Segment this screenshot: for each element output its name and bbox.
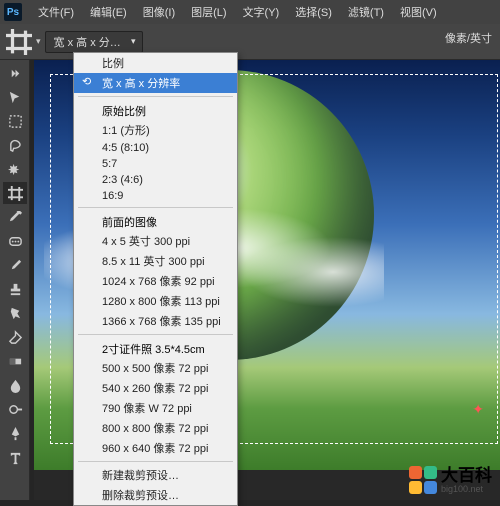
preset-prev-1[interactable]: 8.5 x 11 英寸 300 ppi <box>74 251 237 271</box>
preset-prev-3[interactable]: 1280 x 800 像素 113 ppi <box>74 291 237 311</box>
crop-tool-icon[interactable] <box>6 29 32 55</box>
preset-prev-4[interactable]: 1366 x 768 像素 135 ppi <box>74 311 237 331</box>
preset-prev-0[interactable]: 4 x 5 英寸 300 ppi <box>74 231 237 251</box>
crop-preset-dropdown[interactable]: 宽 x 高 x 分… <box>45 31 143 53</box>
menu-layer[interactable]: 图层(L) <box>183 4 234 20</box>
eraser-tool-icon[interactable] <box>3 326 27 348</box>
healing-tool-icon[interactable] <box>3 230 27 252</box>
menu-select[interactable]: 选择(S) <box>287 4 340 20</box>
menu-text[interactable]: 文字(Y) <box>235 4 288 20</box>
menu-separator <box>78 461 233 462</box>
preset-original-2[interactable]: 5:7 <box>74 156 237 172</box>
tools-panel <box>0 60 30 500</box>
preset-ratio[interactable]: 比例 <box>74 53 237 73</box>
preset-original-1[interactable]: 4:5 (8:10) <box>74 140 237 156</box>
menu-view[interactable]: 视图(V) <box>392 4 445 20</box>
preset-cert-3[interactable]: 800 x 800 像素 72 ppi <box>74 418 237 438</box>
dropdown-caret-icon: ▾ <box>36 36 41 47</box>
preset-wxh-res[interactable]: 宽 x 高 x 分辨率 <box>74 73 237 93</box>
menu-separator <box>78 334 233 335</box>
blur-tool-icon[interactable] <box>3 374 27 396</box>
menubar: Ps 文件(F) 编辑(E) 图像(I) 图层(L) 文字(Y) 选择(S) 滤… <box>0 0 500 24</box>
preset-cert-4[interactable]: 960 x 640 像素 72 ppi <box>74 438 237 458</box>
preset-original-3[interactable]: 2:3 (4:6) <box>74 172 237 188</box>
menu-file[interactable]: 文件(F) <box>30 4 82 20</box>
move-tool-icon[interactable] <box>3 86 27 108</box>
gradient-tool-icon[interactable] <box>3 350 27 372</box>
expand-icon[interactable] <box>3 62 27 84</box>
watermark-logo-icon <box>409 466 437 494</box>
dodge-tool-icon[interactable] <box>3 398 27 420</box>
preset-prev-2[interactable]: 1024 x 768 像素 92 ppi <box>74 271 237 291</box>
magic-wand-tool-icon[interactable] <box>3 158 27 180</box>
marquee-tool-icon[interactable] <box>3 110 27 132</box>
type-tool-icon[interactable] <box>3 446 27 468</box>
history-brush-tool-icon[interactable] <box>3 302 27 324</box>
menu-edit[interactable]: 编辑(E) <box>82 4 135 20</box>
preset-cert-0[interactable]: 500 x 500 像素 72 ppi <box>74 358 237 378</box>
crop-preset-menu: 比例 宽 x 高 x 分辨率 原始比例 1:1 (方形) 4:5 (8:10) … <box>73 52 238 506</box>
preset-original-0[interactable]: 1:1 (方形) <box>74 120 237 140</box>
preset-delete[interactable]: 删除裁剪预设… <box>74 485 237 505</box>
preset-header-cert: 2寸证件照 3.5*4.5cm <box>74 338 237 358</box>
stamp-tool-icon[interactable] <box>3 278 27 300</box>
preset-header-original: 原始比例 <box>74 100 237 120</box>
preset-new[interactable]: 新建裁剪预设… <box>74 465 237 485</box>
eyedropper-tool-icon[interactable] <box>3 206 27 228</box>
crop-tool-icon[interactable] <box>3 182 27 204</box>
menu-image[interactable]: 图像(I) <box>135 4 183 20</box>
preset-header-previous: 前面的图像 <box>74 211 237 231</box>
watermark-url: big100.net <box>441 484 492 494</box>
app-logo: Ps <box>4 3 22 21</box>
preset-original-4[interactable]: 16:9 <box>74 188 237 204</box>
crosshair-icon: ✦ <box>472 401 484 418</box>
lasso-tool-icon[interactable] <box>3 134 27 156</box>
pen-tool-icon[interactable] <box>3 422 27 444</box>
menu-filter[interactable]: 滤镜(T) <box>340 4 392 20</box>
menu-separator <box>78 207 233 208</box>
preset-cert-2[interactable]: 790 像素 W 72 ppi <box>74 398 237 418</box>
preset-cert-1[interactable]: 540 x 260 像素 72 ppi <box>74 378 237 398</box>
menu-separator <box>78 96 233 97</box>
brush-tool-icon[interactable] <box>3 254 27 276</box>
units-label: 像素/英寸 <box>445 30 492 46</box>
watermark-text: 大百科 <box>441 467 492 484</box>
watermark: 大百科 big100.net <box>409 466 492 494</box>
